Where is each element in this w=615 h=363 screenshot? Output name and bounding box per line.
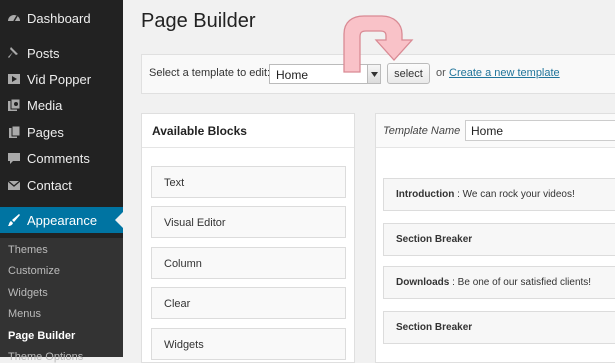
page-title: Page Builder: [141, 10, 256, 32]
sidebar-item-media[interactable]: Media: [0, 92, 123, 118]
sidebar-item-label: Media: [27, 97, 63, 113]
block-item[interactable]: Visual Editor: [151, 206, 346, 238]
admin-sidebar: Dashboard Posts Vid Popper Media Pages C…: [0, 0, 123, 363]
sidebar-item-dashboard[interactable]: Dashboard: [0, 5, 123, 31]
block-label: Column: [164, 258, 202, 270]
sidebar-item-label: Appearance: [27, 212, 98, 228]
block-item[interactable]: Text: [151, 166, 346, 198]
available-blocks-header: Available Blocks: [142, 114, 354, 148]
template-name-value: Home: [471, 124, 504, 138]
block-label: Clear: [164, 298, 191, 310]
submenu-item-menus[interactable]: Menus: [8, 308, 41, 320]
template-section-item[interactable]: Section Breaker: [383, 311, 615, 344]
sidebar-item-comments[interactable]: Comments: [0, 145, 123, 171]
available-blocks-title: Available Blocks: [152, 124, 247, 138]
dashboard-icon: [7, 11, 21, 25]
submenu-item-customize[interactable]: Customize: [8, 265, 60, 277]
or-text: or: [436, 67, 446, 79]
comment-icon: [7, 151, 21, 165]
media-icon: [7, 98, 21, 112]
template-name-input[interactable]: Home: [465, 120, 615, 141]
pin-icon: [7, 46, 21, 60]
template-name-row: Template Name Home: [376, 114, 615, 148]
block-item[interactable]: Widgets: [151, 328, 346, 360]
curved-arrow-icon: [343, 15, 414, 73]
template-section-item[interactable]: Downloads : Be one of our satisfied clie…: [383, 266, 615, 299]
mail-icon: [7, 178, 21, 192]
appearance-submenu: Themes Customize Widgets Menus Page Buil…: [0, 238, 123, 363]
video-icon: [7, 72, 21, 86]
block-item[interactable]: Column: [151, 247, 346, 279]
create-template-link[interactable]: Create a new template: [449, 67, 560, 79]
template-section-item[interactable]: Introduction : We can rock your videos!: [383, 178, 615, 211]
sidebar-item-label: Posts: [27, 45, 60, 61]
section-label: Introduction : We can rock your videos!: [396, 189, 575, 200]
block-item[interactable]: Clear: [151, 287, 346, 319]
sidebar-item-label: Contact: [27, 177, 72, 193]
sidebar-item-pages[interactable]: Pages: [0, 119, 123, 145]
sidebar-item-label: Dashboard: [27, 10, 91, 26]
block-label: Widgets: [164, 339, 204, 351]
section-label: Downloads : Be one of our satisfied clie…: [396, 277, 592, 288]
submenu-item-themes[interactable]: Themes: [8, 244, 48, 256]
brush-icon: [7, 213, 21, 227]
sidebar-item-appearance[interactable]: Appearance: [0, 207, 123, 233]
sidebar-item-label: Pages: [27, 124, 64, 140]
template-select-value: Home: [276, 68, 309, 82]
template-panel: Template Name Home Introduction : We can…: [375, 113, 615, 363]
template-select-label: Select a template to edit:: [149, 67, 271, 79]
available-blocks-panel: Available Blocks Text Visual Editor Colu…: [141, 113, 355, 363]
template-section-item[interactable]: Section Breaker: [383, 223, 615, 256]
block-label: Visual Editor: [164, 217, 226, 229]
pages-icon: [7, 125, 21, 139]
submenu-item-theme-options[interactable]: Theme Options: [8, 351, 83, 363]
submenu-item-widgets[interactable]: Widgets: [8, 287, 48, 299]
template-name-label: Template Name: [383, 125, 461, 137]
sidebar-item-label: Vid Popper: [27, 71, 92, 87]
sidebar-item-posts[interactable]: Posts: [0, 40, 123, 66]
sidebar-item-label: Comments: [27, 150, 90, 166]
submenu-item-page-builder[interactable]: Page Builder: [8, 330, 75, 342]
sidebar-item-vid-popper[interactable]: Vid Popper: [0, 66, 123, 92]
block-label: Text: [164, 177, 185, 189]
sidebar-item-contact[interactable]: Contact: [0, 172, 123, 198]
section-label: Section Breaker: [396, 322, 473, 333]
section-label: Section Breaker: [396, 234, 473, 245]
